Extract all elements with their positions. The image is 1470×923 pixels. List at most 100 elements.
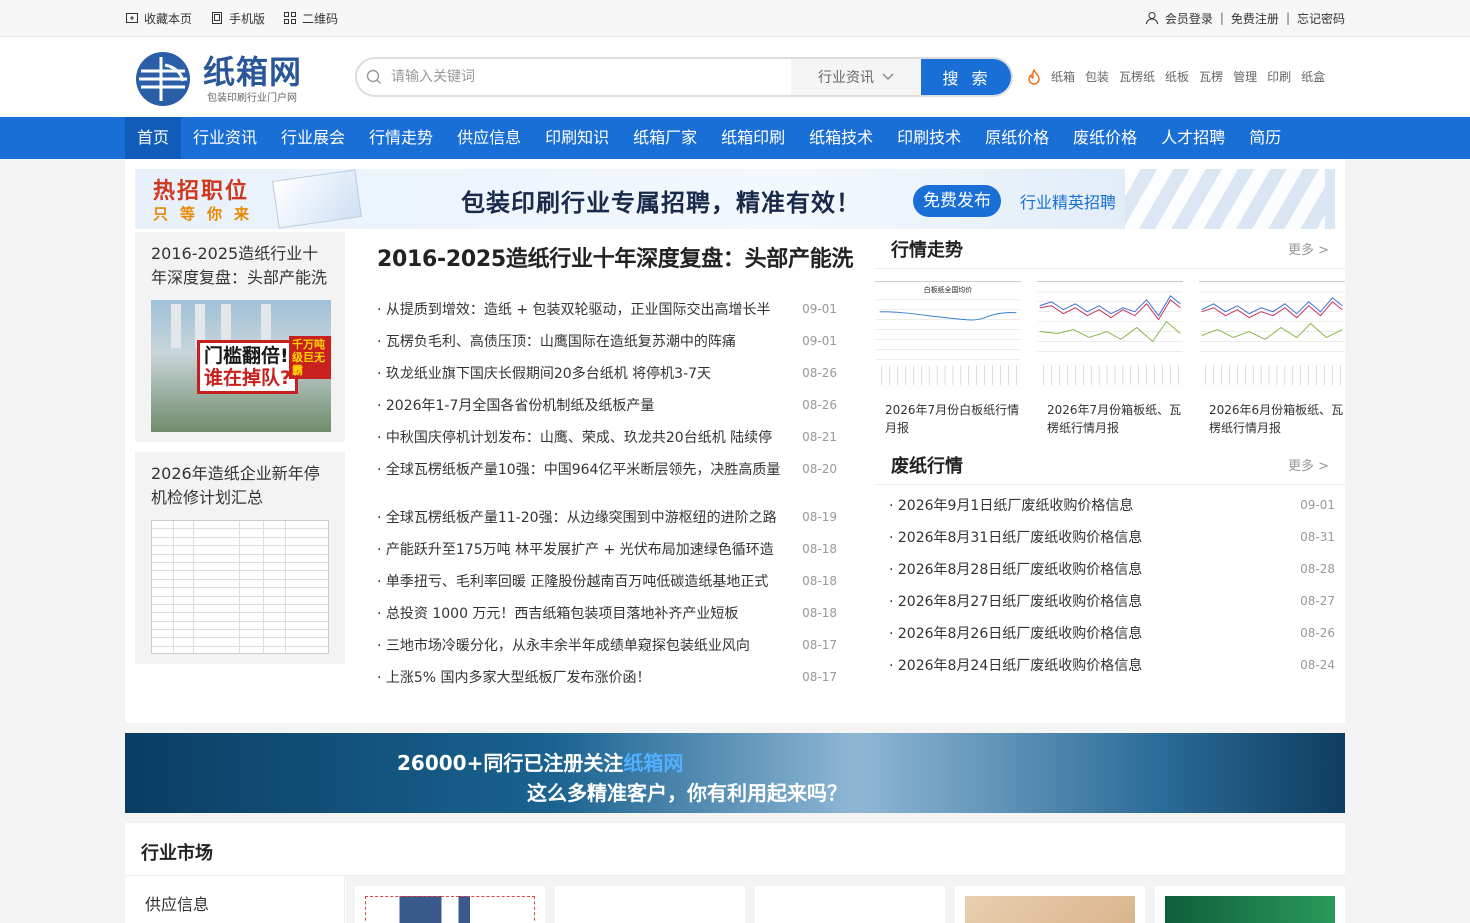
- list-item[interactable]: · 瓦楞负毛利、高债压顶：山鹰国际在造纸复苏潮中的阵痛 09-01: [377, 325, 837, 357]
- wastepaper-title[interactable]: · 2026年8月27日纸厂废纸收购价格信息: [889, 591, 1142, 611]
- trend-chart-thumbnail[interactable]: 白板纸全国均价: [875, 281, 1021, 387]
- wastepaper-section: 废纸行情 更多 > · 2026年9月1日纸厂废纸收购价格信息 09-01 · 2…: [875, 445, 1345, 681]
- forgot-password-link[interactable]: 忘记密码: [1297, 10, 1345, 27]
- wastepaper-title[interactable]: · 2026年8月31日纸厂废纸收购价格信息: [889, 527, 1142, 547]
- hot-keyword[interactable]: 纸盒: [1301, 68, 1325, 85]
- list-item[interactable]: · 玖龙纸业旗下国庆长假期间20多台纸机 将停机3-7天 08-26: [377, 357, 837, 389]
- list-item[interactable]: · 全球瓦楞纸板产量11-20强：从边缘突围到中游枢纽的进阶之路 08-19: [377, 501, 837, 533]
- list-item[interactable]: · 2026年8月27日纸厂废纸收购价格信息 08-27: [889, 585, 1335, 617]
- news-title[interactable]: · 总投资 1000 万元！西吉纸箱包装项目落地补齐产业短板: [377, 603, 782, 623]
- search-button[interactable]: 搜 索: [921, 59, 1011, 95]
- news-title[interactable]: · 2026年1-7月全国各省份机制纸及纸板产量: [377, 395, 782, 415]
- bookmark-link[interactable]: 收藏本页: [125, 10, 192, 27]
- banner2-line1: 26000+同行已注册关注纸箱网: [397, 747, 683, 776]
- wastepaper-title[interactable]: · 2026年8月24日纸厂废纸收购价格信息: [889, 655, 1142, 675]
- news-title[interactable]: · 从提质到增效：造纸 + 包装双轮驱动，正业国际交出高增长半: [377, 299, 782, 319]
- nav-item-news[interactable]: 行业资讯: [181, 117, 269, 159]
- hot-keyword[interactable]: 纸板: [1165, 68, 1189, 85]
- nav-item-manufacturers[interactable]: 纸箱厂家: [621, 117, 709, 159]
- product-card[interactable]: [755, 886, 945, 923]
- nav-item-box-tech[interactable]: 纸箱技术: [797, 117, 885, 159]
- banner-publish-button[interactable]: 免费发布: [913, 185, 1001, 217]
- feature-card[interactable]: 2026年造纸企业新年停机检修计划汇总: [135, 452, 345, 664]
- news-title[interactable]: · 中秋国庆停机计划发布：山鹰、荣成、玖龙共20台纸机 陆续停: [377, 427, 782, 447]
- feature-column: 2016-2025造纸行业十年深度复盘：头部产能洗 门槛翻倍! 谁在掉队? 千万…: [135, 232, 345, 674]
- trend-card-caption[interactable]: 2026年7月份箱板纸、瓦楞纸行情月报: [1037, 401, 1183, 437]
- nav-item-trend[interactable]: 行情走势: [357, 117, 445, 159]
- list-item[interactable]: · 2026年8月28日纸厂废纸收购价格信息 08-28: [889, 553, 1335, 585]
- list-item[interactable]: · 中秋国庆停机计划发布：山鹰、荣成、玖龙共20台纸机 陆续停 08-21: [377, 421, 837, 453]
- nav-item-resume[interactable]: 简历: [1237, 117, 1293, 159]
- list-item[interactable]: · 2026年8月26日纸厂废纸收购价格信息 08-26: [889, 617, 1335, 649]
- news-title[interactable]: · 全球瓦楞纸板产量11-20强：从边缘突围到中游枢纽的进阶之路: [377, 507, 782, 527]
- trend-card[interactable]: 2026年6月份箱板纸、瓦楞纸行情月报: [1199, 281, 1345, 437]
- list-item[interactable]: · 单季扭亏、毛利率回暖 正隆股份越南百万吨低碳造纸基地正式 08-18: [377, 565, 837, 597]
- headline[interactable]: 2016-2025造纸行业十年深度复盘：头部产能洗: [377, 241, 853, 273]
- news-title[interactable]: · 上涨5% 国内多家大型纸板厂发布涨价函！: [377, 667, 782, 687]
- list-item[interactable]: · 2026年1-7月全国各省份机制纸及纸板产量 08-26: [377, 389, 837, 421]
- list-item[interactable]: · 总投资 1000 万元！西吉纸箱包装项目落地补齐产业短板 08-18: [377, 597, 837, 629]
- news-title[interactable]: · 玖龙纸业旗下国庆长假期间20多台纸机 将停机3-7天: [377, 363, 782, 383]
- hot-keyword[interactable]: 管理: [1233, 68, 1257, 85]
- trend-card[interactable]: 2026年7月份箱板纸、瓦楞纸行情月报: [1037, 281, 1183, 437]
- trend-chart-thumbnail[interactable]: [1199, 281, 1345, 387]
- trend-card-caption[interactable]: 2026年6月份箱板纸、瓦楞纸行情月报: [1199, 401, 1345, 437]
- nav-item-waste-paper-price[interactable]: 废纸价格: [1061, 117, 1149, 159]
- search-category-label: 行业资讯: [818, 70, 874, 86]
- trend-card[interactable]: 白板纸全国均价 2026年7月份白板纸行情月报: [875, 281, 1021, 437]
- list-item[interactable]: · 2026年8月24日纸厂废纸收购价格信息 08-24: [889, 649, 1335, 681]
- register-banner[interactable]: 26000+同行已注册关注纸箱网 这么多精准客户，你有利用起来吗？: [125, 733, 1345, 813]
- news-title[interactable]: · 产能跃升至175万吨 林平发展扩产 + 光伏布局加速绿色循环造: [377, 539, 782, 559]
- list-item[interactable]: · 从提质到增效：造纸 + 包装双轮驱动，正业国际交出高增长半 09-01: [377, 293, 837, 325]
- site-logo[interactable]: 纸箱网 包装印刷行业门户网: [135, 51, 302, 107]
- product-card[interactable]: [1155, 886, 1345, 923]
- list-item[interactable]: · 2026年9月1日纸厂废纸收购价格信息 09-01: [889, 489, 1335, 521]
- nav-item-supply[interactable]: 供应信息: [445, 117, 533, 159]
- feature-title[interactable]: 2016-2025造纸行业十年深度复盘：头部产能洗: [151, 242, 329, 290]
- list-item[interactable]: · 三地市场冷暖分化，从永丰余半年成绩单窥探包装纸业风向 08-17: [377, 629, 837, 661]
- news-title[interactable]: · 全球瓦楞纸板产量10强：中国964亿平米断层领先，决胜高质量: [377, 459, 782, 479]
- list-item[interactable]: · 2026年8月31日纸厂废纸收购价格信息 08-31: [889, 521, 1335, 553]
- list-item[interactable]: · 全球瓦楞纸板产量10强：中国964亿平米断层领先，决胜高质量 08-20: [377, 453, 837, 485]
- hot-keyword[interactable]: 瓦楞纸: [1119, 68, 1155, 85]
- feature-table-image[interactable]: [151, 520, 329, 654]
- list-item[interactable]: · 产能跃升至175万吨 林平发展扩产 + 光伏布局加速绿色循环造 08-18: [377, 533, 837, 565]
- nav-item-jobs[interactable]: 人才招聘: [1149, 117, 1237, 159]
- trend-chart-thumbnail[interactable]: [1037, 281, 1183, 387]
- trend-more-link[interactable]: 更多 >: [1288, 239, 1329, 258]
- news-title[interactable]: · 瓦楞负毛利、高债压顶：山鹰国际在造纸复苏潮中的阵痛: [377, 331, 782, 351]
- list-item[interactable]: · 上涨5% 国内多家大型纸板厂发布涨价函！ 08-17: [377, 661, 837, 693]
- register-link[interactable]: 免费注册: [1231, 10, 1279, 27]
- nav-item-box-printing[interactable]: 纸箱印刷: [709, 117, 797, 159]
- mobile-link[interactable]: 手机版: [210, 10, 265, 27]
- nav-item-home[interactable]: 首页: [125, 117, 182, 159]
- hot-keyword[interactable]: 包装: [1085, 68, 1109, 85]
- nav-item-base-paper-price[interactable]: 原纸价格: [973, 117, 1061, 159]
- feature-title[interactable]: 2026年造纸企业新年停机检修计划汇总: [151, 462, 329, 510]
- product-card[interactable]: [955, 886, 1145, 923]
- wastepaper-more-link[interactable]: 更多 >: [1288, 455, 1329, 474]
- wastepaper-title[interactable]: · 2026年8月28日纸厂废纸收购价格信息: [889, 559, 1142, 579]
- product-card[interactable]: [555, 886, 745, 923]
- trend-card-caption[interactable]: 2026年7月份白板纸行情月报: [875, 401, 1021, 437]
- login-link[interactable]: 会员登录: [1165, 10, 1213, 27]
- news-title[interactable]: · 三地市场冷暖分化，从永丰余半年成绩单窥探包装纸业风向: [377, 635, 782, 655]
- nav-item-expo[interactable]: 行业展会: [269, 117, 357, 159]
- mobile-icon: [212, 12, 223, 24]
- wastepaper-title[interactable]: · 2026年8月26日纸厂废纸收购价格信息: [889, 623, 1142, 643]
- search-category-select[interactable]: 行业资讯: [791, 59, 921, 95]
- hot-keyword[interactable]: 纸箱: [1051, 68, 1075, 85]
- wastepaper-title[interactable]: · 2026年9月1日纸厂废纸收购价格信息: [889, 495, 1133, 515]
- product-card[interactable]: [355, 886, 545, 923]
- news-title[interactable]: · 单季扭亏、毛利率回暖 正隆股份越南百万吨低碳造纸基地正式: [377, 571, 782, 591]
- market-sidebar-item[interactable]: 供应信息: [145, 891, 209, 915]
- hot-keyword[interactable]: 印刷: [1267, 68, 1291, 85]
- hot-keyword[interactable]: 瓦楞: [1199, 68, 1223, 85]
- search-input[interactable]: [391, 69, 791, 85]
- qrcode-link[interactable]: 二维码: [283, 10, 338, 27]
- feature-card[interactable]: 2016-2025造纸行业十年深度复盘：头部产能洗 门槛翻倍! 谁在掉队? 千万…: [135, 232, 345, 442]
- nav-item-print-tech[interactable]: 印刷技术: [885, 117, 973, 159]
- feature-image[interactable]: 门槛翻倍! 谁在掉队? 千万吨级巨无霸: [151, 300, 331, 432]
- nav-item-print-knowledge[interactable]: 印刷知识: [533, 117, 621, 159]
- recruit-banner[interactable]: 热招职位 只等你来 包装印刷行业专属招聘，精准有效！ 免费发布 行业精英招聘: [135, 169, 1335, 229]
